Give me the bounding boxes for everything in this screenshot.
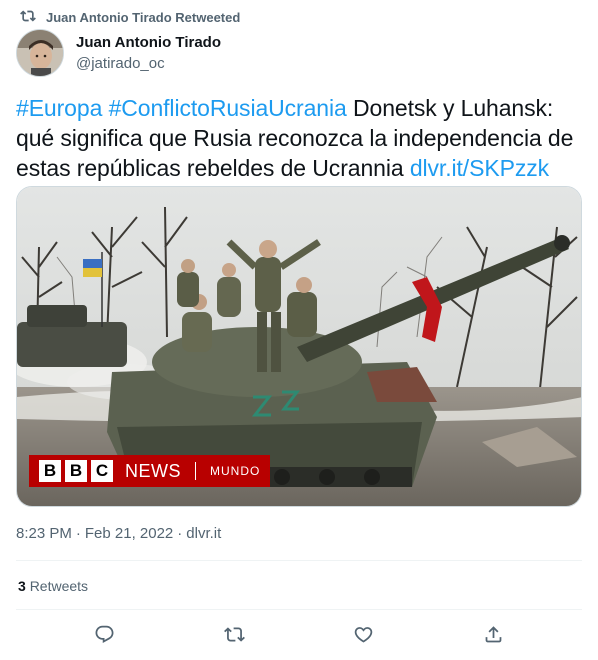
- tweet-link[interactable]: dlvr.it/SKPzzk: [410, 155, 549, 181]
- divider: [16, 560, 582, 561]
- tweet-text: #Europa #ConflictoRusiaUcrania Donetsk y…: [16, 93, 582, 183]
- retweet-banner[interactable]: Juan Antonio Tirado Retweeted: [20, 8, 240, 27]
- meta-separator: ·: [177, 525, 183, 542]
- share-button[interactable]: [476, 623, 510, 651]
- media-card[interactable]: B B C NEWS MUNDO: [16, 186, 582, 507]
- author-handle[interactable]: @jatirado_oc: [76, 54, 221, 74]
- retweet-banner-text: Juan Antonio Tirado Retweeted: [46, 10, 241, 25]
- divider: [16, 609, 582, 610]
- meta-separator: ·: [75, 525, 81, 542]
- hashtag-europa[interactable]: #Europa: [16, 95, 102, 121]
- retweets-count: 3: [18, 578, 26, 594]
- like-icon: [353, 624, 374, 650]
- action-bar: [0, 623, 598, 651]
- tweet-date[interactable]: Feb 21, 2022: [85, 525, 173, 542]
- retweet-icon: [223, 624, 245, 650]
- bbc-news-label: NEWS: [125, 460, 181, 481]
- bbc-logo-letter: C: [91, 460, 113, 482]
- hashtag-conflicto[interactable]: #ConflictoRusiaUcrania: [109, 95, 347, 121]
- bbc-logo-letter: B: [65, 460, 87, 482]
- author-name[interactable]: Juan Antonio Tirado: [76, 33, 221, 53]
- tweet-meta: 8:23 PM · Feb 21, 2022 · dlvr.it: [16, 525, 221, 542]
- author-text: Juan Antonio Tirado @jatirado_oc: [76, 33, 221, 74]
- reply-button[interactable]: [88, 623, 122, 651]
- bbc-news-mundo-logo: B B C NEWS MUNDO: [29, 455, 271, 487]
- bbc-separator: [195, 462, 196, 480]
- retweets-label: Retweets: [29, 578, 89, 594]
- like-button[interactable]: [347, 623, 381, 651]
- tweet-time[interactable]: 8:23 PM: [16, 525, 72, 542]
- avatar[interactable]: [16, 29, 64, 77]
- retweet-icon: [20, 8, 36, 27]
- retweet-stats[interactable]: 3 Retweets: [18, 578, 88, 594]
- share-icon: [483, 624, 504, 650]
- author-row: Juan Antonio Tirado @jatirado_oc: [16, 29, 221, 77]
- reply-icon: [94, 624, 115, 650]
- tweet-source[interactable]: dlvr.it: [186, 525, 221, 542]
- bbc-logo-letter: B: [39, 460, 61, 482]
- retweet-button[interactable]: [217, 623, 251, 651]
- bbc-section-label: MUNDO: [210, 464, 261, 478]
